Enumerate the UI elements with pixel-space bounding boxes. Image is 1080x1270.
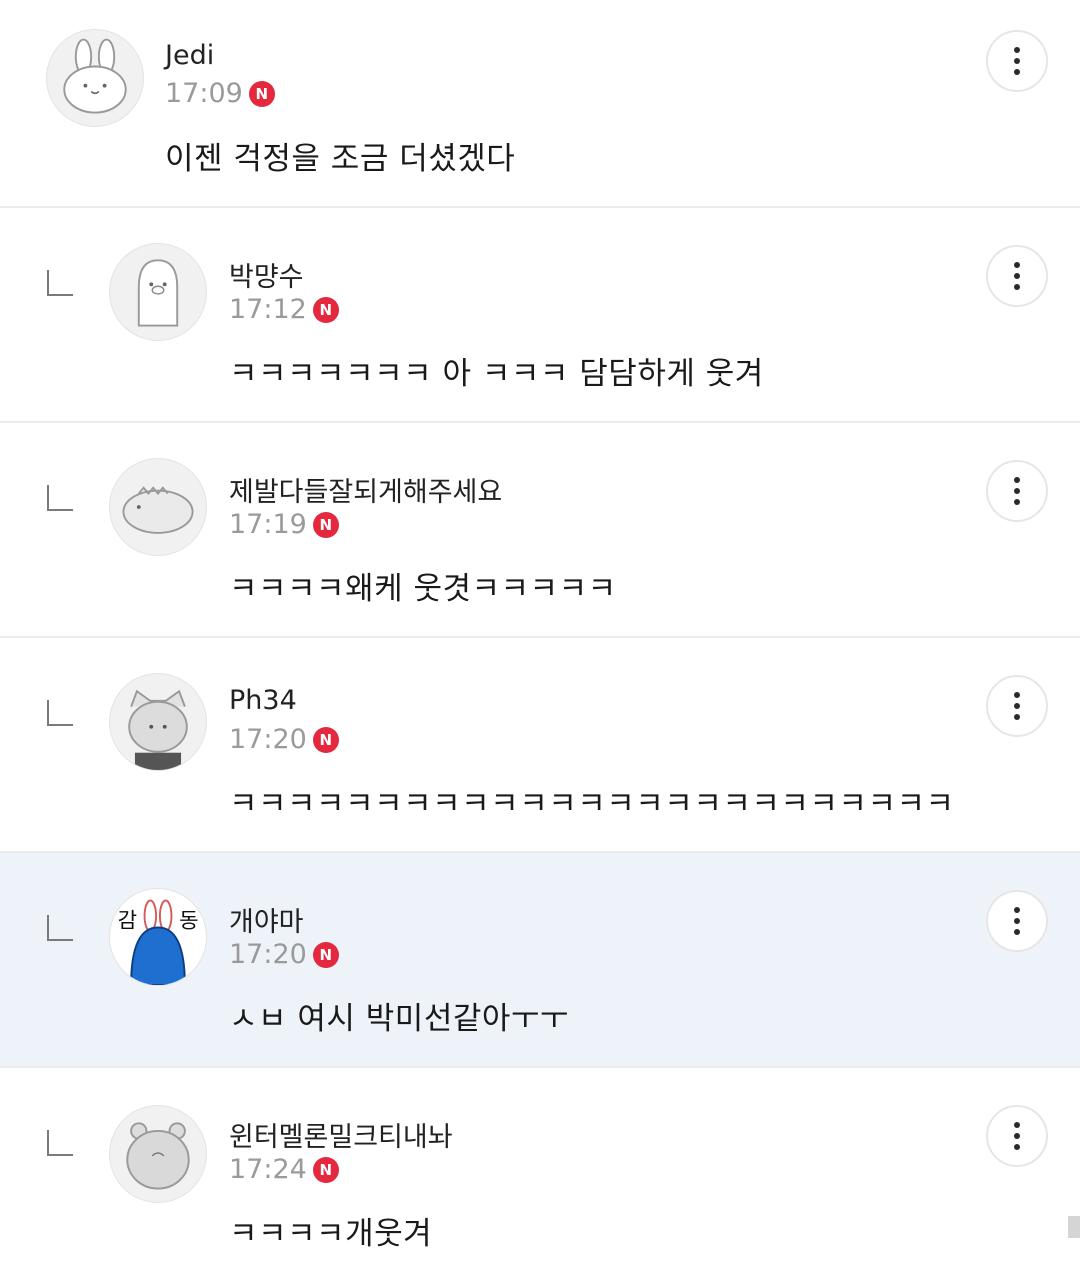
more-vertical-icon xyxy=(1014,907,1020,913)
avatar[interactable] xyxy=(109,673,207,771)
more-vertical-icon xyxy=(1014,692,1020,698)
comment-time: 17:20 N xyxy=(229,939,339,970)
avatar-text-left: 감 xyxy=(118,907,137,932)
more-options-button[interactable] xyxy=(986,245,1048,307)
hamster-avatar-icon xyxy=(126,1122,190,1190)
comment-text: ㅋㅋㅋㅋㅋㅋㅋ 아 ㅋㅋㅋ 담담하게 웃겨 xyxy=(229,356,764,392)
new-badge: N xyxy=(312,726,339,753)
more-vertical-icon xyxy=(1014,262,1020,268)
comment-time: 17:19 N xyxy=(229,509,339,540)
reply-arrow-icon xyxy=(47,270,73,296)
comment-time: 17:09 N xyxy=(165,78,275,109)
reply-arrow-icon xyxy=(47,485,73,511)
reply-arrow-icon xyxy=(47,700,73,726)
comment-nickname[interactable]: Jedi xyxy=(165,40,214,71)
avatar[interactable] xyxy=(46,29,144,127)
reply-item: Ph34 17:20 N ㅋㅋㅋㅋㅋㅋㅋㅋㅋㅋㅋㅋㅋㅋㅋㅋㅋㅋㅋㅋㅋㅋㅋㅋㅋ xyxy=(0,638,1080,853)
comment-time: 17:20 N xyxy=(229,724,339,755)
avatar-text-right: 동 xyxy=(179,907,198,932)
more-vertical-icon xyxy=(1014,1122,1020,1128)
rabbit-avatar-icon xyxy=(63,38,127,114)
comment-time: 17:12 N xyxy=(229,294,339,325)
comment-item: Jedi 17:09 N 이젠 걱정을 조금 더셨겠다 xyxy=(0,0,1080,208)
comment-time-text: 17:12 xyxy=(229,294,307,325)
reply-item-highlighted: 감 동 개야마 17:20 N ㅅㅂ 여시 박미선같아ㅜㅜ xyxy=(0,853,1080,1068)
reply-arrow-icon xyxy=(47,915,73,941)
new-badge: N xyxy=(248,80,275,107)
scrollbar-thumb[interactable] xyxy=(1068,1216,1080,1238)
comment-nickname[interactable]: 윈터멜론밀크티내놔 xyxy=(229,1115,453,1154)
new-badge: N xyxy=(312,1156,339,1183)
cat-avatar-icon xyxy=(128,689,188,770)
comment-time: 17:24 N xyxy=(229,1154,339,1185)
more-options-button[interactable] xyxy=(986,890,1048,952)
new-badge: N xyxy=(312,941,339,968)
blue-rabbit-avatar-icon: 감 동 xyxy=(118,899,199,985)
new-badge: N xyxy=(312,296,339,323)
more-options-button[interactable] xyxy=(986,30,1048,92)
comment-text: ㅋㅋㅋㅋ왜케 웃겻ㅋㅋㅋㅋㅋ xyxy=(229,571,617,607)
comment-nickname[interactable]: 제발다들잘되게해주세요 xyxy=(229,470,502,509)
comment-time-text: 17:24 xyxy=(229,1154,307,1185)
more-options-button[interactable] xyxy=(986,1105,1048,1167)
comment-text: ㅅㅂ 여시 박미선같아ㅜㅜ xyxy=(229,1001,569,1037)
avatar[interactable] xyxy=(109,458,207,556)
more-options-button[interactable] xyxy=(986,460,1048,522)
avatar[interactable] xyxy=(109,243,207,341)
dinosaur-avatar-icon xyxy=(122,486,194,534)
reply-arrow-icon xyxy=(47,1130,73,1156)
comment-nickname[interactable]: 박먕수 xyxy=(229,255,304,294)
more-vertical-icon xyxy=(1014,47,1020,53)
comment-time-text: 17:19 xyxy=(229,509,307,540)
avatar[interactable]: 감 동 xyxy=(109,888,207,986)
reply-item: 제발다들잘되게해주세요 17:19 N ㅋㅋㅋㅋ왜케 웃겻ㅋㅋㅋㅋㅋ xyxy=(0,423,1080,638)
comment-text: ㅋㅋㅋㅋㅋㅋㅋㅋㅋㅋㅋㅋㅋㅋㅋㅋㅋㅋㅋㅋㅋㅋㅋㅋㅋ xyxy=(229,786,955,822)
new-badge: N xyxy=(312,511,339,538)
more-options-button[interactable] xyxy=(986,675,1048,737)
comment-text: 이젠 걱정을 조금 더셨겠다 xyxy=(165,141,516,177)
comment-text: ㅋㅋㅋㅋ개웃겨 xyxy=(229,1216,433,1252)
comment-time-text: 17:09 xyxy=(165,78,243,109)
reply-item: 윈터멜론밀크티내놔 17:24 N ㅋㅋㅋㅋ개웃겨 xyxy=(0,1068,1080,1270)
comment-nickname[interactable]: Ph34 xyxy=(229,685,297,716)
more-vertical-icon xyxy=(1014,477,1020,483)
reply-item: 박먕수 17:12 N ㅋㅋㅋㅋㅋㅋㅋ 아 ㅋㅋㅋ 담담하게 웃겨 xyxy=(0,208,1080,423)
comment-time-text: 17:20 xyxy=(229,724,307,755)
penguin-avatar-icon xyxy=(137,259,179,327)
comment-nickname[interactable]: 개야마 xyxy=(229,900,304,939)
avatar[interactable] xyxy=(109,1105,207,1203)
comment-time-text: 17:20 xyxy=(229,939,307,970)
